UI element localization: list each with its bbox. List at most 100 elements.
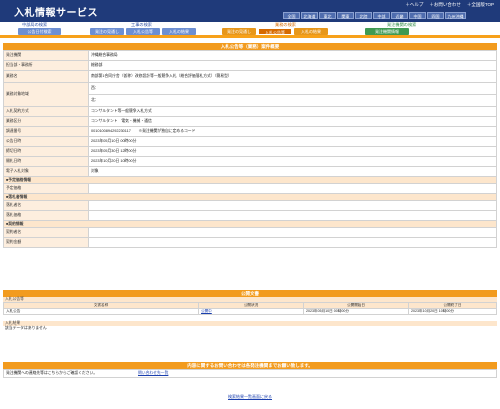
region-tab[interactable]: 東北 xyxy=(319,12,336,19)
section-heading-contract: ■契約情報 xyxy=(3,220,497,228)
region-tab[interactable]: 四国 xyxy=(427,12,444,19)
field-label: 契約者名 xyxy=(3,227,89,238)
contact-heading: 内容に関するお問い合わせは各発注機関までお願い致します。 xyxy=(3,362,497,369)
region-tab[interactable]: 全国 xyxy=(283,12,300,19)
contact-row: 発注機関への連絡先等はこちらからご確認ください。 問い合わせ先一覧 xyxy=(3,369,497,378)
contact-link[interactable]: ＋お問い合わせ xyxy=(429,2,461,8)
field-value: 沖縄総合事務局 xyxy=(88,50,497,61)
table-row: 予定価格 xyxy=(3,183,497,194)
field-value: 0010100894292230117 ※発注機関が独自に定めるコード xyxy=(88,126,497,137)
national-top-link[interactable]: ＋全国版TOP xyxy=(467,2,494,8)
documents-heading: 公開文書 xyxy=(3,290,497,297)
section-row: ■予定価格情報 xyxy=(3,176,497,184)
date-search-button[interactable]: 公告日付検索 xyxy=(18,28,61,35)
documents-panel: 公開文書 入札公告等 文書名称 公開状況 公開開始日 公開終了日 入札公告 公開… xyxy=(3,290,497,331)
table-row: 締切日時 2023年05月30日 12時00分 xyxy=(3,146,497,157)
field-value: 総務部 xyxy=(88,60,497,71)
contact-list-link[interactable]: 問い合わせ先一覧 xyxy=(138,371,168,375)
field-value: 南部第1合同庁舎（仮称）改修設計等一般競争入札（総合評価落札方式）（簡易型） xyxy=(88,70,497,83)
construction-result-button[interactable]: 入札の結果 xyxy=(162,28,196,35)
table-row: 発注機関 沖縄総合事務局 xyxy=(3,50,497,61)
field-label: 担当部・事務所 xyxy=(3,60,89,71)
field-value xyxy=(88,227,497,238)
table-row: 業務区分 コンサルタント 電気・機械・通信 xyxy=(3,116,497,127)
documents-table: 文書名称 公開状況 公開開始日 公開終了日 入札公告 公開中 2023年05月1… xyxy=(3,302,497,315)
service-outlook-button[interactable]: 発注の見通し xyxy=(222,28,256,35)
section-row: ■落札者情報 xyxy=(3,193,497,201)
header-bar: 入札情報サービス ＋ヘルプ ＋お問い合わせ ＋全国版TOP 全国 北海道 東北 … xyxy=(0,0,500,22)
back-to-results-link[interactable]: 検索結果一覧画面に戻る xyxy=(228,394,272,399)
construction-outlook-button[interactable]: 発注の見通し xyxy=(90,28,124,35)
table-row: 業務名 南部第1合同庁舎（仮称）改修設計等一般競争入札（総合評価落札方式）（簡易型… xyxy=(3,70,497,83)
service-result-button[interactable]: 入札の結果 xyxy=(294,28,328,35)
table-row: 契約金額 xyxy=(3,237,497,248)
table-row: 業務対象地域 西： xyxy=(3,82,497,107)
section-row: ■契約情報 xyxy=(3,220,497,228)
menu-buttons: 公告日付検索 発注の見通し 入札公告等 入札の結果 発注の見通し 入札公告等 入… xyxy=(0,28,500,35)
field-value: コンサルタント 電気・機械・通信 xyxy=(88,116,497,127)
table-row: 入札契約方式 コンサルタント等一般競争入札方式 xyxy=(3,106,497,117)
field-label: 業務名 xyxy=(3,70,89,83)
detail-table: 発注機関 沖縄総合事務局 担当部・事務所 総務部 業務名 南部第1合同庁舎（仮称）改修… xyxy=(3,50,497,248)
service-notice-button[interactable]: 入札公告等 xyxy=(258,28,292,35)
field-value: 北： xyxy=(88,94,497,107)
table-row: 入札公告 公開中 2023年05月10日 00時00分 2023年10月20日 … xyxy=(3,308,497,315)
detail-heading: 入札公告等（業務）案件概要 xyxy=(3,43,497,50)
table-row: 落札価格 xyxy=(3,210,497,221)
field-label: 落札者名 xyxy=(3,200,89,211)
top-links: ＋ヘルプ ＋お問い合わせ ＋全国版TOP xyxy=(405,2,494,8)
table-row: 担当部・事務所 総務部 xyxy=(3,60,497,71)
table-row: 落札者名 xyxy=(3,200,497,211)
site-title: 入札情報サービス xyxy=(14,8,98,19)
section-heading-price: ■予定価格情報 xyxy=(3,176,497,184)
field-value: 対象 xyxy=(88,166,497,177)
section-heading-winner: ■落札者情報 xyxy=(3,193,497,201)
field-value: コンサルタント等一般競争入札方式 xyxy=(88,106,497,117)
region-tab[interactable]: 中部 xyxy=(373,12,390,19)
contact-panel: 内容に関するお問い合わせは各発注機関までお願い致します。 発注機関への連絡先等は… xyxy=(3,362,497,378)
field-label: 落札価格 xyxy=(3,210,89,221)
field-label: 入札契約方式 xyxy=(3,106,89,117)
field-value xyxy=(88,183,497,194)
table-row: 公告日時 2023年05月10日 00時00分 xyxy=(3,136,497,147)
region-tabs: 全国 北海道 東北 関東 北陸 中部 近畿 中国 四国 九州沖縄 xyxy=(283,12,466,19)
construction-notice-button[interactable]: 入札公告等 xyxy=(126,28,160,35)
region-tab[interactable]: 北海道 xyxy=(301,12,318,19)
region-tab[interactable]: 関東 xyxy=(337,12,354,19)
field-label: 公告日時 xyxy=(3,136,89,147)
no-data-text: 該当データはありません xyxy=(5,326,47,330)
document-name: 入札公告 xyxy=(3,308,199,315)
table-row: 開札日時 2023年10月20日 10時00分 xyxy=(3,156,497,167)
field-value: 2023年05月30日 12時00分 xyxy=(88,146,497,157)
field-value xyxy=(88,200,497,211)
field-value: 2023年05月10日 00時00分 xyxy=(88,136,497,147)
contact-text: 発注機関への連絡先等はこちらからご確認ください。 xyxy=(6,371,98,375)
field-value: 2023年10月20日 10時00分 xyxy=(88,156,497,167)
field-label: 電子入札対象 xyxy=(3,166,89,177)
field-value xyxy=(88,210,497,221)
field-value xyxy=(88,237,497,248)
agency-info-button[interactable]: 発注機関情報 xyxy=(365,28,409,35)
region-tab[interactable]: 北陸 xyxy=(355,12,372,19)
table-row: 調達番号 0010100894292230117 ※発注機関が独自に定めるコード xyxy=(3,126,497,137)
document-status-link[interactable]: 公開中 xyxy=(201,310,212,314)
region-tab[interactable]: 近畿 xyxy=(391,12,408,19)
field-label: 業務区分 xyxy=(3,116,89,127)
document-end: 2023年10月20日 10時00分 xyxy=(408,308,497,315)
help-link[interactable]: ＋ヘルプ xyxy=(405,2,423,8)
field-label: 契約金額 xyxy=(3,237,89,248)
field-label: 発注機関 xyxy=(3,50,89,61)
field-label: 開札日時 xyxy=(3,156,89,167)
field-label: 調達番号 xyxy=(3,126,89,137)
table-row: 電子入札対象 対象 xyxy=(3,166,497,177)
region-tab[interactable]: 中国 xyxy=(409,12,426,19)
region-tab[interactable]: 九州沖縄 xyxy=(445,12,466,19)
document-start: 2023年05月10日 00時00分 xyxy=(303,308,409,315)
field-label: 予定価格 xyxy=(3,183,89,194)
table-row: 契約者名 xyxy=(3,227,497,238)
orange-divider xyxy=(0,35,500,38)
field-label: 締切日時 xyxy=(3,146,89,157)
detail-panel: 入札公告等（業務）案件概要 発注機関 沖縄総合事務局 担当部・事務所 総務部 業務名… xyxy=(3,43,497,248)
field-label: 業務対象地域 xyxy=(3,82,89,107)
field-value: 西： xyxy=(88,82,497,95)
